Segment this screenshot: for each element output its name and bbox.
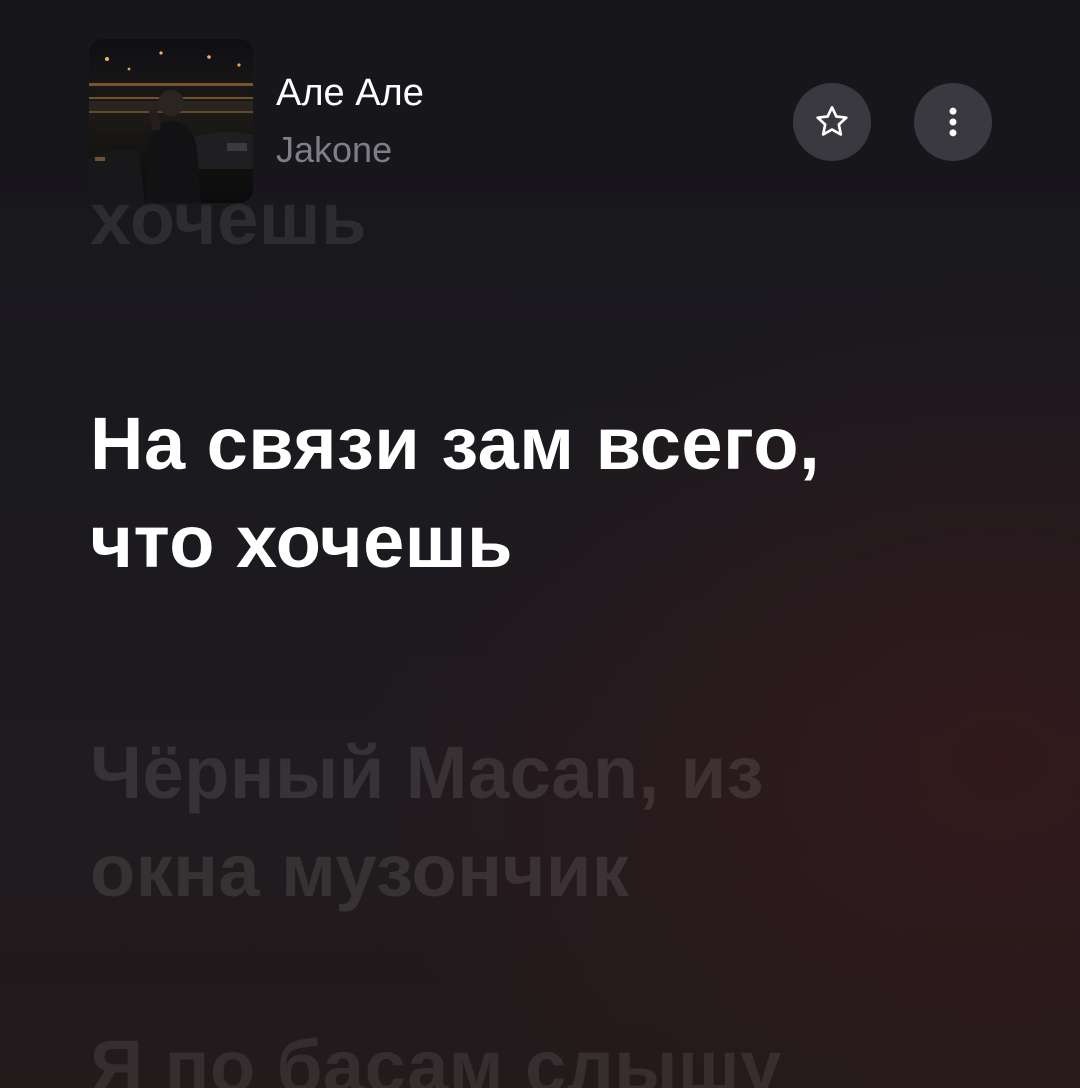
track-title[interactable]: Але Але xyxy=(276,70,424,116)
lyrics-line-text: На связи зам всего, xyxy=(90,402,821,485)
lyrics-line-text: Чёрный Macan, из xyxy=(90,731,764,814)
lyrics-line-text: Я по басам слышу xyxy=(90,1025,782,1088)
track-artist[interactable]: Jakone xyxy=(276,128,392,172)
album-cover[interactable] xyxy=(89,39,253,203)
album-cover-image xyxy=(89,39,253,203)
vertical-dots-icon xyxy=(949,107,957,137)
lyrics-line-text: окна музончик xyxy=(90,829,630,912)
more-options-button[interactable] xyxy=(914,83,992,161)
now-playing-header: Але Але Jakone xyxy=(0,0,1080,210)
lyrics-line-upcoming[interactable]: Я по басам слышу xyxy=(90,1018,782,1088)
favorite-button[interactable] xyxy=(793,83,871,161)
lyrics-line-next[interactable]: Чёрный Macan, из окна музончик xyxy=(90,724,764,920)
lyrics-line-current[interactable]: На связи зам всего, что хочешь xyxy=(90,395,820,591)
lyrics-line-text: что хочешь xyxy=(90,500,513,583)
star-outline-icon xyxy=(816,106,848,136)
